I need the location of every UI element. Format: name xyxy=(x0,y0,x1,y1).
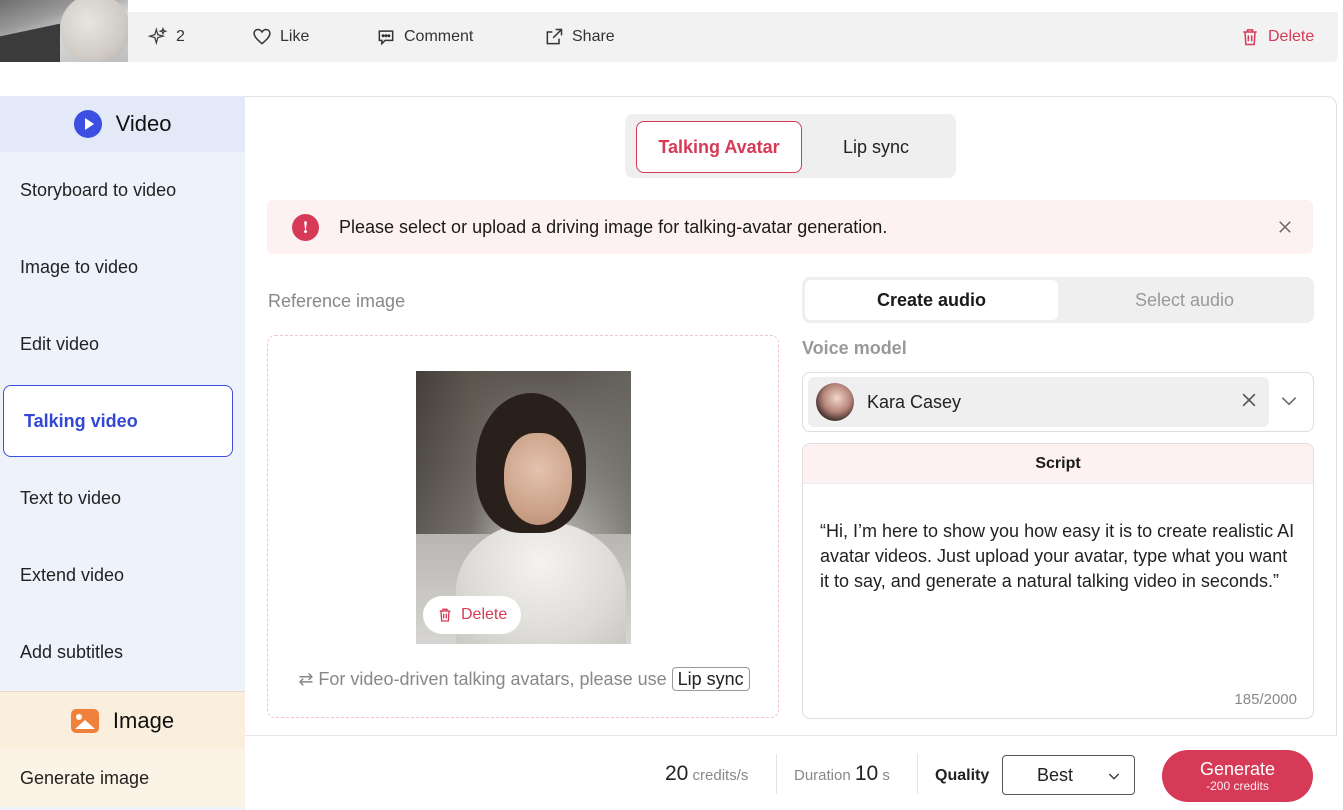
sidebar: Video Storyboard to video Image to video… xyxy=(0,96,245,810)
comment-button[interactable]: Comment xyxy=(376,12,473,62)
like-label: Like xyxy=(280,28,310,45)
result-thumbnail[interactable] xyxy=(0,0,128,62)
image-section-title: Image xyxy=(112,707,175,733)
swap-icon: ⇄ xyxy=(298,669,314,689)
generate-cost: -200 credits xyxy=(1206,779,1269,793)
tab-select-audio[interactable]: Select audio xyxy=(1058,280,1311,320)
generate-footer: 20 credits/s Duration 10 s Quality Best … xyxy=(245,735,1337,810)
sparkle-counter[interactable]: 2 xyxy=(148,12,185,62)
image-section-header[interactable]: Image xyxy=(0,691,245,749)
credits-value: 20 xyxy=(665,762,689,785)
voice-model-label: Voice model xyxy=(802,338,907,358)
duration-unit: s xyxy=(882,767,890,784)
heart-icon xyxy=(253,28,271,45)
sidebar-item-add-subtitles[interactable]: Add subtitles xyxy=(0,614,245,691)
alert-message: Please select or upload a driving image … xyxy=(339,216,888,237)
delete-image-button[interactable]: Delete xyxy=(423,596,522,634)
sidebar-item-text-to-video[interactable]: Text to video xyxy=(0,460,245,537)
quality-label: Quality xyxy=(935,767,990,784)
chevron-down-icon xyxy=(1108,773,1120,780)
sidebar-item-edit-video[interactable]: Edit video xyxy=(0,306,245,383)
divider xyxy=(917,754,918,794)
sidebar-item-label: Talking video xyxy=(24,410,138,431)
share-label: Share xyxy=(572,28,615,45)
script-editor[interactable]: Script “Hi, I’m here to show you how eas… xyxy=(802,443,1314,719)
delete-label: Delete xyxy=(1268,28,1315,45)
quality-value: Best xyxy=(1037,764,1074,785)
reference-image-dropzone[interactable]: Delete ⇄ For video-driven talking avatar… xyxy=(267,335,779,718)
play-icon xyxy=(73,110,102,138)
video-section-header[interactable]: Video xyxy=(0,96,245,152)
video-section-title: Video xyxy=(115,111,172,136)
sparkle-icon xyxy=(148,27,168,46)
sidebar-item-generate-image[interactable]: Generate image xyxy=(0,749,245,807)
lip-sync-hint: ⇄ For video-driven talking avatars, plea… xyxy=(268,667,780,692)
credits-rate: 20 credits/s xyxy=(665,762,748,786)
script-textarea[interactable]: “Hi, I’m here to show you how easy it is… xyxy=(820,519,1300,594)
tab-talking-avatar[interactable]: Talking Avatar xyxy=(636,121,802,173)
quality-select[interactable]: Best xyxy=(1002,755,1135,795)
talking-video-panel: Talking Avatar Lip sync ! Please select … xyxy=(245,96,1337,810)
sidebar-item-label: Extend video xyxy=(20,565,125,585)
generate-button[interactable]: Generate -200 credits xyxy=(1162,750,1313,802)
sidebar-item-image-to-video[interactable]: Image to video xyxy=(0,229,245,306)
duration-value: 10 xyxy=(854,762,879,785)
sidebar-item-talking-video[interactable]: Talking video xyxy=(3,385,233,457)
voice-model-value[interactable]: Kara Casey xyxy=(808,377,1269,427)
hint-text: For video-driven talking avatars, please… xyxy=(318,669,667,689)
reference-image-label: Reference image xyxy=(268,291,406,311)
duration-label: Duration xyxy=(794,767,851,784)
sidebar-item-label: Generate image xyxy=(20,767,150,788)
audio-switch: Create audio Select audio xyxy=(802,277,1314,323)
info-icon: ! xyxy=(292,213,319,241)
credits-unit: credits/s xyxy=(692,767,749,784)
duration: Duration 10 s xyxy=(794,762,890,786)
alert-banner: ! Please select or upload a driving imag… xyxy=(267,200,1313,254)
tab-create-audio[interactable]: Create audio xyxy=(805,280,1058,320)
voice-model-select[interactable]: Kara Casey xyxy=(802,372,1314,432)
sidebar-item-label: Edit video xyxy=(20,334,100,354)
action-bar: 2 Like Comment Share Delete xyxy=(128,12,1338,62)
sidebar-item-label: Image to video xyxy=(20,257,139,277)
sparkle-count: 2 xyxy=(176,28,185,45)
chevron-down-icon[interactable] xyxy=(1279,391,1299,411)
sidebar-item-label: Add subtitles xyxy=(20,642,124,662)
sidebar-item-label: Storyboard to video xyxy=(20,180,177,200)
top-bar: 2 Like Comment Share Delete xyxy=(0,0,1343,62)
close-icon[interactable] xyxy=(1273,215,1297,239)
delete-result-button[interactable]: Delete xyxy=(1240,12,1314,62)
divider xyxy=(776,754,777,794)
trash-icon xyxy=(439,608,451,622)
comment-label: Comment xyxy=(404,28,474,45)
sidebar-item-label: Text to video xyxy=(20,488,122,508)
character-count: 185/2000 xyxy=(1234,691,1297,708)
share-button[interactable]: Share xyxy=(544,12,615,62)
comment-icon xyxy=(378,30,394,46)
share-icon xyxy=(546,28,563,45)
image-icon xyxy=(70,708,99,733)
sidebar-item-extend-video[interactable]: Extend video xyxy=(0,537,245,614)
tab-lip-sync[interactable]: Lip sync xyxy=(803,121,949,173)
like-button[interactable]: Like xyxy=(252,12,309,62)
avatar xyxy=(816,383,854,421)
delete-image-label: Delete xyxy=(461,606,508,623)
voice-name: Kara Casey xyxy=(867,391,962,412)
generate-label: Generate xyxy=(1199,759,1276,779)
mode-switch: Talking Avatar Lip sync xyxy=(625,114,956,178)
trash-icon xyxy=(1243,29,1257,46)
clear-icon[interactable] xyxy=(1239,390,1259,415)
sidebar-item-storyboard-to-video[interactable]: Storyboard to video xyxy=(0,152,245,229)
lip-sync-link[interactable]: Lip sync xyxy=(671,667,750,691)
script-header: Script xyxy=(803,444,1313,484)
